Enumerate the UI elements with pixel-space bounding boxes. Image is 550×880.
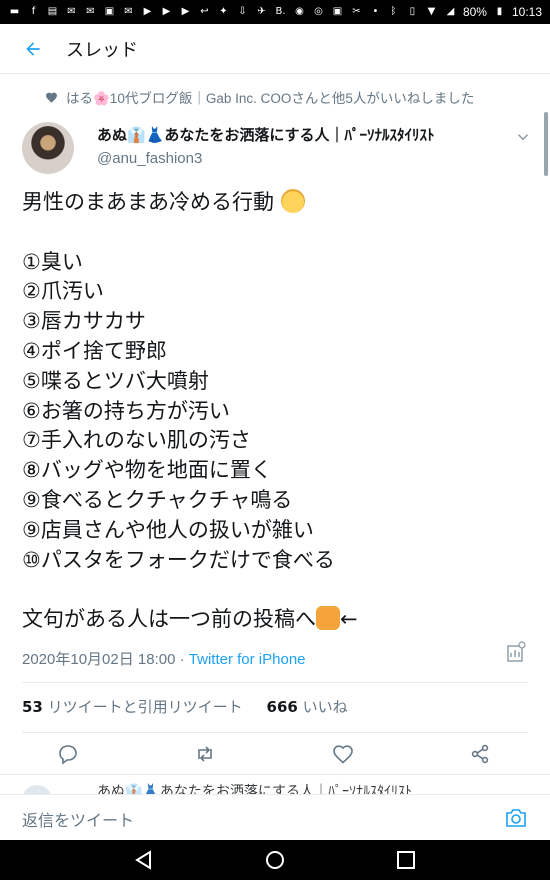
tweet-closing-arrow: ← <box>340 607 358 632</box>
clock: 10:13 <box>511 5 542 19</box>
list-item: ⑩パスタをフォークだけで食べる <box>22 547 335 572</box>
like-count: 666 <box>266 698 298 716</box>
list-item: ⑧バッグや物を地面に置く <box>22 458 272 483</box>
tweet-timestamp: 2020年10月02日 18:00 · Twitter for iPhone <box>22 648 306 669</box>
anxious-face-emoji-icon <box>280 189 305 213</box>
retweet-count: 53 <box>22 698 43 716</box>
tweet-datetime: 2020年10月02日 18:00 <box>22 651 176 668</box>
twitter-icon: ✈ <box>257 6 266 17</box>
list-item: ⑨店員さんや他人の扱いが雑い <box>22 517 314 542</box>
reply-icon[interactable] <box>56 742 80 766</box>
arrow-left-icon <box>26 41 40 56</box>
image-icon: ▣ <box>104 6 115 17</box>
youtube-icon: ▶ <box>162 6 171 17</box>
tweet-text: 男性のまあまあ冷める行動 ①臭い ②爪汚い ③唇カサカサ ④ポイ捨て野郎 ⑤喋る… <box>22 188 522 635</box>
wifi-icon: ▼ <box>427 6 436 17</box>
list-item: ⑥お箸の持ち方が汚い <box>22 398 230 423</box>
youtube-icon: ▶ <box>181 6 190 17</box>
share-icon[interactable] <box>468 742 492 766</box>
chat-icon: ◉ <box>295 6 304 17</box>
divider <box>22 682 528 683</box>
camera-icon: ▣ <box>332 6 343 17</box>
list-item: ⑦手入れのない肌の汚さ <box>22 428 251 453</box>
retweet-label: リツイートと引用リツイート <box>47 698 243 716</box>
tiger-emoji-icon <box>316 606 340 631</box>
recents-square-icon[interactable] <box>395 849 417 871</box>
author-handle[interactable]: @anu_fashion3 <box>97 150 202 167</box>
signal-icon: ◢ <box>446 6 455 17</box>
next-tweet-preview[interactable]: あぬ👔👗あなたをお洒落にする人｜ﾊﾟｰｿﾅﾙｽﾀｲﾘｽﾄ <box>0 774 550 794</box>
status-bar: ▬ f ▤ ✉ ✉ ▣ ✉ ▶ ▶ ▶ ↩ ✦ ⇩ ✈ B. ◉ ◎ ▣ ✂ •… <box>0 0 550 24</box>
tweet-headline-line: 男性のまあまあ冷める行動 <box>22 188 522 218</box>
reply-input[interactable]: 返信をツイート <box>22 807 134 831</box>
tweet-headline: 男性のまあまあ冷める行動 <box>22 190 274 214</box>
avatar[interactable] <box>22 122 74 174</box>
youtube-icon: ▶ <box>143 6 152 17</box>
like-label: いいね <box>302 698 348 716</box>
retweet-stat[interactable]: 53 リツイートと引用リツイート <box>22 698 243 716</box>
top-app-bar: スレッド <box>0 24 550 74</box>
author-display-name[interactable]: あぬ👔👗あなたをお洒落にする人｜ﾊﾟｰｿﾅﾙｽﾀｲﾘｽﾄ <box>97 124 435 145</box>
reply-composer: 返信をツイート <box>0 794 550 840</box>
game-icon: ✦ <box>219 6 228 17</box>
back-triangle-icon[interactable] <box>133 849 155 871</box>
blog-icon: B. <box>275 6 286 17</box>
facebook-icon: f <box>31 6 36 17</box>
scrollbar[interactable] <box>544 112 548 176</box>
next-tweet-author: あぬ👔👗あなたをお洒落にする人｜ﾊﾟｰｿﾅﾙｽﾀｲﾘｽﾄ <box>97 784 413 794</box>
home-circle-icon[interactable] <box>264 849 286 871</box>
mail-icon: ✉ <box>67 6 76 17</box>
notification-icons: ▬ f ▤ ✉ ✉ ▣ ✉ ▶ ▶ ▶ ↩ ✦ ⇩ ✈ B. ◉ ◎ ▣ ✂ • <box>8 6 382 18</box>
page-title: スレッド <box>66 39 138 61</box>
meta-separator: · <box>175 651 189 668</box>
system-navigation-bar <box>0 840 550 880</box>
mail-icon: ✉ <box>86 6 95 17</box>
tweet-actions <box>0 736 550 772</box>
battery-icon: ▮ <box>496 6 503 17</box>
more-icon: • <box>372 6 379 17</box>
instagram-icon: ◎ <box>314 6 323 17</box>
tweet-author: あぬ👔👗あなたをお洒落にする人｜ﾊﾟｰｿﾅﾙｽﾀｲﾘｽﾄ @anu_fashio… <box>0 116 550 180</box>
bluetooth-icon: ᛒ <box>390 6 397 17</box>
tweet-stats: 53 リツイートと引用リツイート 666 いいね <box>22 696 348 717</box>
chevron-down-icon[interactable] <box>514 128 532 146</box>
back-button[interactable] <box>0 24 66 74</box>
liked-by-text: はる🌸10代ブログ飯｜Gab Inc. COOさんと他5人がいいねしました <box>66 91 475 106</box>
tools-icon: ✂ <box>352 6 361 17</box>
list-item: ⑤喋るとツバ大噴射 <box>22 368 209 393</box>
message-icon: ▬ <box>9 6 20 17</box>
avatar <box>22 785 52 794</box>
retweet-icon[interactable] <box>193 742 217 766</box>
system-status: ᛒ ▯ ▼ ◢ 80% ▮ 10:13 <box>387 5 542 19</box>
news-icon: ▤ <box>47 6 58 17</box>
like-stat[interactable]: 666 いいね <box>267 698 348 716</box>
reply-icon: ↩ <box>200 6 209 17</box>
list-item: ③唇カサカサ <box>22 309 146 334</box>
list-item: ④ポイ捨て野郎 <box>22 338 167 363</box>
divider <box>22 732 528 733</box>
tweet-source-link[interactable]: Twitter for iPhone <box>189 651 306 668</box>
tweet-closing-line: 文句がある人は一つ前の投稿へ ← <box>22 605 522 635</box>
analytics-icon[interactable] <box>506 641 526 663</box>
list-item: ①臭い <box>22 249 83 274</box>
download-icon: ⇩ <box>238 6 247 17</box>
mail-icon: ✉ <box>124 6 133 17</box>
tweet-closing: 文句がある人は一つ前の投稿へ <box>22 607 316 632</box>
social-context[interactable]: はる🌸10代ブログ飯｜Gab Inc. COOさんと他5人がいいねしました <box>0 86 550 108</box>
list-item: ⑨食べるとクチャクチャ鳴る <box>22 487 293 512</box>
like-icon[interactable] <box>331 742 355 766</box>
vibrate-icon: ▯ <box>409 6 416 17</box>
list-item: ②爪汚い <box>22 279 104 304</box>
battery-percent: 80% <box>462 5 487 19</box>
camera-icon[interactable] <box>504 807 528 829</box>
heart-icon <box>46 92 57 103</box>
